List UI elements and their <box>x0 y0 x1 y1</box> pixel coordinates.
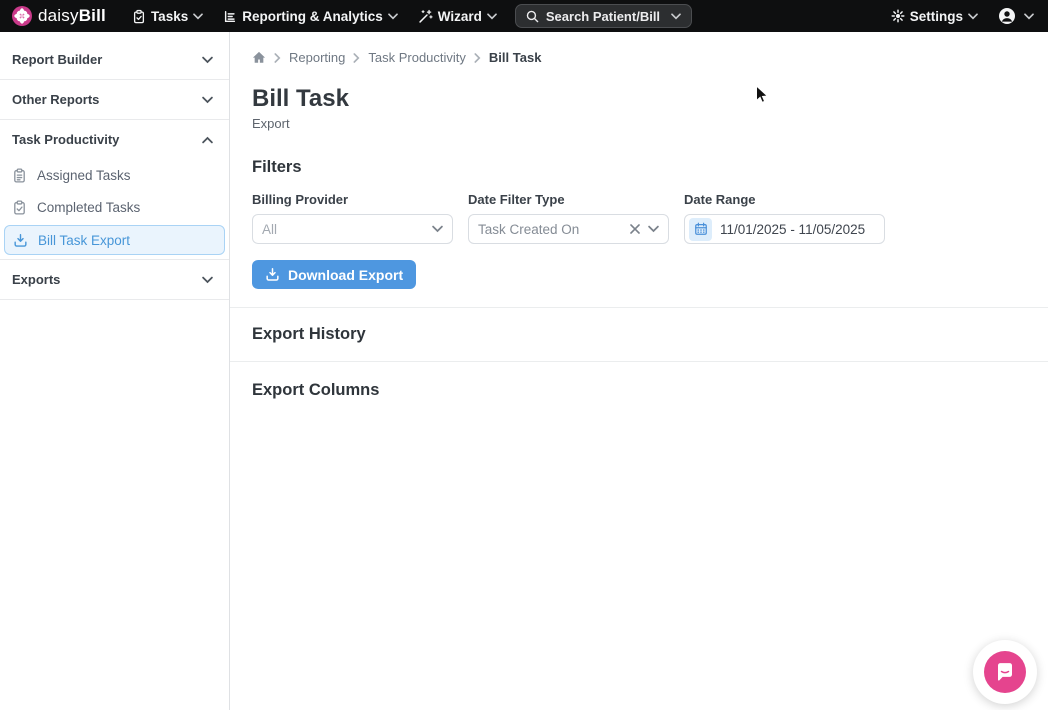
sidebar-item-exports[interactable]: Exports <box>0 260 229 299</box>
chevron-up-icon <box>202 136 213 144</box>
calendar-icon[interactable] <box>689 218 712 241</box>
breadcrumb-task-productivity[interactable]: Task Productivity <box>368 50 466 65</box>
completed-tasks-label: Completed Tasks <box>37 200 140 215</box>
sidebar-item-bill-task-export[interactable]: Bill Task Export <box>4 225 225 255</box>
chevron-right-icon <box>274 53 281 63</box>
page-subtitle: Export <box>252 116 1048 131</box>
chat-bubble-icon <box>984 651 1026 693</box>
chevron-down-icon <box>1024 13 1034 20</box>
chevron-down-icon <box>202 56 213 64</box>
breadcrumb-current: Bill Task <box>489 50 542 65</box>
chevron-down-icon <box>193 13 203 20</box>
sidebar-item-completed-tasks[interactable]: Completed Tasks <box>0 191 229 223</box>
nav-settings[interactable]: Settings <box>887 0 982 32</box>
other-reports-label: Other Reports <box>12 92 99 107</box>
divider <box>0 299 229 300</box>
divider <box>230 361 1048 362</box>
search-label: Search Patient/Bill <box>546 9 660 24</box>
chevron-down-icon <box>202 276 213 284</box>
clipboard-list-icon <box>12 168 27 183</box>
download-export-label: Download Export <box>288 267 403 283</box>
billing-provider-value: All <box>262 222 432 237</box>
billing-provider-label: Billing Provider <box>252 192 453 207</box>
home-icon[interactable] <box>252 51 266 64</box>
nav-wizard[interactable]: Wizard <box>408 0 507 32</box>
date-filter-type-select[interactable]: Task Created On <box>468 214 669 244</box>
chevron-down-icon <box>202 96 213 104</box>
assigned-tasks-label: Assigned Tasks <box>37 168 131 183</box>
exports-label: Exports <box>12 272 60 287</box>
brand-name: daisyBill <box>38 6 106 26</box>
date-range-value: 11/01/2025 - 11/05/2025 <box>720 222 875 237</box>
download-icon <box>265 267 280 282</box>
chevron-down-icon <box>487 13 497 20</box>
download-icon <box>13 233 28 248</box>
bar-chart-icon <box>223 9 237 24</box>
chevron-down-icon <box>968 13 978 20</box>
breadcrumb-reporting[interactable]: Reporting <box>289 50 345 65</box>
task-productivity-label: Task Productivity <box>12 132 119 147</box>
nav-tasks-label: Tasks <box>151 9 188 24</box>
nav-tasks[interactable]: Tasks <box>122 0 213 32</box>
nav-settings-label: Settings <box>910 9 963 24</box>
daisybill-flower-icon <box>12 6 32 26</box>
chevron-down-icon <box>671 13 681 20</box>
sidebar-item-assigned-tasks[interactable]: Assigned Tasks <box>0 159 229 191</box>
date-filter-type-value: Task Created On <box>478 222 630 237</box>
filters-heading: Filters <box>252 158 1048 177</box>
sidebar-item-report-builder[interactable]: Report Builder <box>0 40 229 79</box>
sidebar-item-task-productivity[interactable]: Task Productivity <box>0 120 229 159</box>
date-range-label: Date Range <box>684 192 885 207</box>
breadcrumb: Reporting Task Productivity Bill Task <box>252 50 1048 65</box>
chevron-down-icon <box>648 225 659 233</box>
date-range-input[interactable]: 11/01/2025 - 11/05/2025 <box>684 214 885 244</box>
chevron-down-icon <box>432 225 443 233</box>
filter-row: Billing Provider All Date Filter Type Ta… <box>252 192 1048 244</box>
export-columns-heading: Export Columns <box>252 381 1048 400</box>
top-navbar: daisyBill Tasks Reporting & Analytics <box>0 0 1048 32</box>
divider <box>230 307 1048 308</box>
date-filter-type-label: Date Filter Type <box>468 192 669 207</box>
report-builder-label: Report Builder <box>12 52 102 67</box>
brand-logo[interactable]: daisyBill <box>12 6 106 26</box>
search-icon <box>526 10 539 23</box>
nav-reporting-analytics[interactable]: Reporting & Analytics <box>213 0 408 32</box>
clear-icon[interactable] <box>630 224 640 234</box>
billing-provider-select[interactable]: All <box>252 214 453 244</box>
clipboard-check-icon <box>12 200 27 215</box>
nav-wizard-label: Wizard <box>438 9 482 24</box>
chevron-right-icon <box>353 53 360 63</box>
chevron-down-icon <box>388 13 398 20</box>
download-export-button[interactable]: Download Export <box>252 260 416 289</box>
user-circle-icon <box>998 7 1016 25</box>
page-title: Bill Task <box>252 85 1048 113</box>
nav-reporting-label: Reporting & Analytics <box>242 9 383 24</box>
nav-account[interactable] <box>996 0 1036 32</box>
sidebar: Report Builder Other Reports Task Produc… <box>0 32 230 710</box>
gear-icon <box>891 9 905 23</box>
bill-task-export-label: Bill Task Export <box>38 233 130 248</box>
sidebar-item-other-reports[interactable]: Other Reports <box>0 80 229 119</box>
export-history-heading: Export History <box>252 325 1048 344</box>
magic-wand-icon <box>418 9 433 24</box>
search-patient-bill[interactable]: Search Patient/Bill <box>515 4 692 28</box>
chat-launcher[interactable] <box>973 640 1037 704</box>
main-content: Reporting Task Productivity Bill Task Bi… <box>230 32 1048 710</box>
chevron-right-icon <box>474 53 481 63</box>
clipboard-icon <box>132 9 146 24</box>
